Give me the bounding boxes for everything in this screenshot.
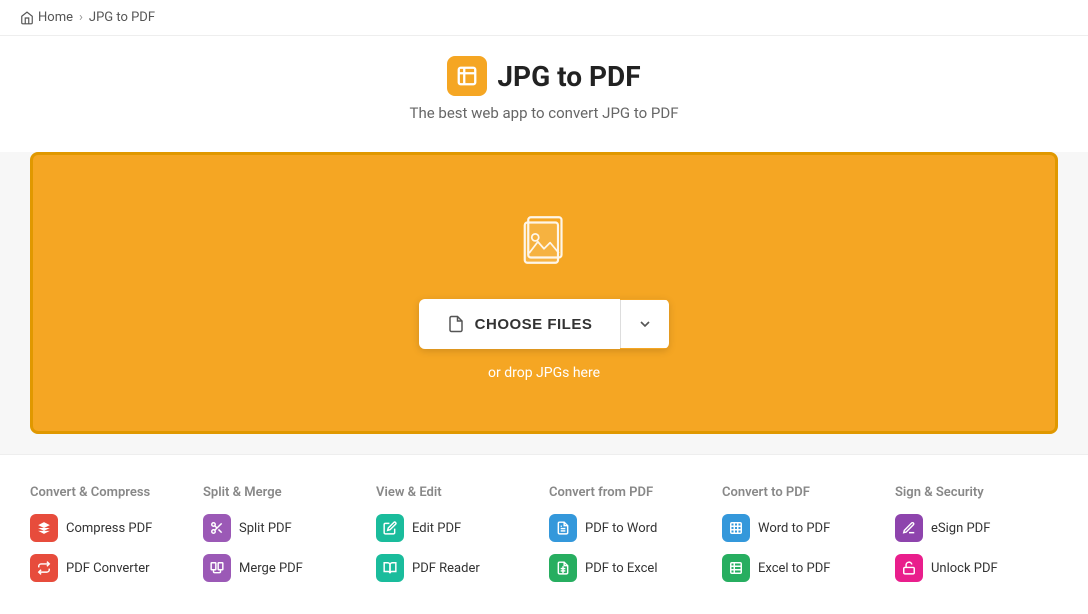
app-icon	[447, 56, 487, 96]
choose-files-row: CHOOSE FILES	[419, 299, 670, 349]
split-pdf-icon	[203, 514, 231, 542]
pdf-to-excel-label: PDF to Excel	[585, 561, 657, 576]
tool-pdf-to-excel[interactable]: PDF to Excel	[549, 554, 712, 582]
drop-hint: or drop JPGs here	[488, 365, 600, 381]
hero-header: JPG to PDF The best web app to convert J…	[0, 36, 1088, 152]
breadcrumb: Home › JPG to PDF	[0, 0, 1088, 36]
hero-subtitle: The best web app to convert JPG to PDF	[30, 104, 1058, 122]
image-upload-icon	[509, 205, 579, 279]
home-icon	[20, 11, 34, 25]
breadcrumb-separator: ›	[79, 10, 83, 25]
tool-esign-pdf[interactable]: eSign PDF	[895, 514, 1058, 542]
category-title-convert-from-pdf: Convert from PDF	[549, 485, 712, 500]
category-sign-security: Sign & Security eSign PDF Unlock PDF	[895, 485, 1058, 594]
edit-pdf-label: Edit PDF	[412, 521, 461, 536]
tool-merge-pdf[interactable]: Merge PDF	[203, 554, 366, 582]
pdf-to-word-icon	[549, 514, 577, 542]
drop-zone-wrapper: CHOOSE FILES or drop JPGs here	[0, 152, 1088, 454]
breadcrumb-home-label: Home	[38, 10, 73, 25]
category-title-split-merge: Split & Merge	[203, 485, 366, 500]
pdf-reader-label: PDF Reader	[412, 561, 480, 576]
tool-pdf-to-word[interactable]: PDF to Word	[549, 514, 712, 542]
chevron-down-icon	[637, 316, 653, 332]
tool-excel-to-pdf[interactable]: Excel to PDF	[722, 554, 885, 582]
pdf-converter-label: PDF Converter	[66, 561, 150, 576]
breadcrumb-home-link[interactable]: Home	[20, 10, 73, 25]
esign-pdf-label: eSign PDF	[931, 521, 990, 536]
category-view-edit: View & Edit Edit PDF PDF Reader	[376, 485, 539, 594]
tool-split-pdf[interactable]: Split PDF	[203, 514, 366, 542]
edit-pdf-icon	[376, 514, 404, 542]
word-to-pdf-label: Word to PDF	[758, 521, 830, 536]
compress-pdf-icon	[30, 514, 58, 542]
category-convert-to-pdf: Convert to PDF Word to PDF Excel to PDF	[722, 485, 885, 594]
unlock-pdf-label: Unlock PDF	[931, 561, 998, 576]
tool-pdf-converter[interactable]: PDF Converter	[30, 554, 193, 582]
choose-files-label: CHOOSE FILES	[475, 316, 593, 333]
pdf-reader-icon	[376, 554, 404, 582]
tool-pdf-reader[interactable]: PDF Reader	[376, 554, 539, 582]
category-convert-from-pdf: Convert from PDF PDF to Word PDF to Exce…	[549, 485, 712, 594]
pdf-converter-icon	[30, 554, 58, 582]
drop-zone[interactable]: CHOOSE FILES or drop JPGs here	[30, 152, 1058, 434]
category-title-view-edit: View & Edit	[376, 485, 539, 500]
breadcrumb-current: JPG to PDF	[89, 10, 155, 25]
unlock-pdf-icon	[895, 554, 923, 582]
split-pdf-label: Split PDF	[239, 521, 292, 536]
excel-to-pdf-icon	[722, 554, 750, 582]
category-title-convert-compress: Convert & Compress	[30, 485, 193, 500]
merge-pdf-icon	[203, 554, 231, 582]
merge-pdf-label: Merge PDF	[239, 561, 303, 576]
compress-pdf-label: Compress PDF	[66, 521, 152, 536]
tool-compress-pdf[interactable]: Compress PDF	[30, 514, 193, 542]
choose-files-button[interactable]: CHOOSE FILES	[419, 299, 621, 349]
tool-edit-pdf[interactable]: Edit PDF	[376, 514, 539, 542]
word-to-pdf-icon	[722, 514, 750, 542]
page-title: JPG to PDF	[497, 60, 640, 93]
tools-section: Convert & Compress Compress PDF PDF Conv…	[0, 454, 1088, 614]
pdf-to-word-label: PDF to Word	[585, 521, 657, 536]
category-title-sign-security: Sign & Security	[895, 485, 1058, 500]
category-convert-compress: Convert & Compress Compress PDF PDF Conv…	[30, 485, 193, 594]
tool-unlock-pdf[interactable]: Unlock PDF	[895, 554, 1058, 582]
choose-files-dropdown-button[interactable]	[620, 300, 669, 348]
category-split-merge: Split & Merge Split PDF Merge PDF	[203, 485, 366, 594]
esign-pdf-icon	[895, 514, 923, 542]
hero-title-row: JPG to PDF	[30, 56, 1058, 96]
tool-word-to-pdf[interactable]: Word to PDF	[722, 514, 885, 542]
category-title-convert-to-pdf: Convert to PDF	[722, 485, 885, 500]
excel-to-pdf-label: Excel to PDF	[758, 561, 830, 576]
file-icon	[447, 315, 465, 333]
tools-grid: Convert & Compress Compress PDF PDF Conv…	[30, 485, 1058, 594]
pdf-to-excel-icon	[549, 554, 577, 582]
